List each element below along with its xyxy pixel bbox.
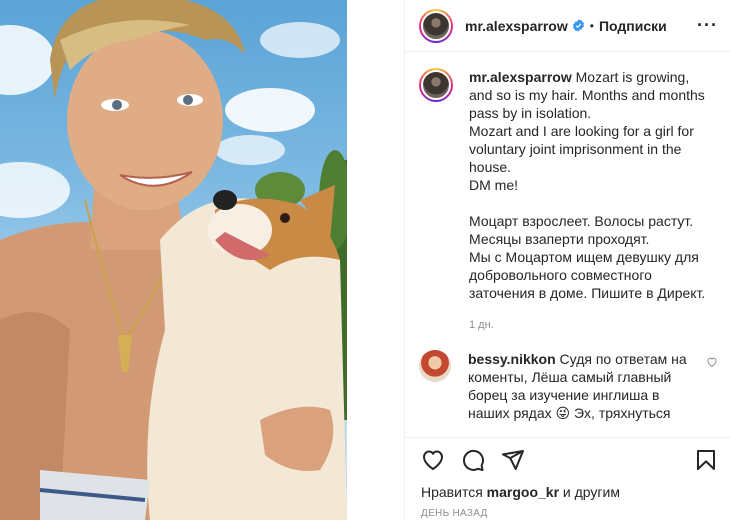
likes-summary: Нравится margoo_kr и другим: [421, 484, 620, 500]
bookmark-icon: [697, 449, 715, 470]
comment-like-icon[interactable]: [706, 356, 718, 368]
likes-prefix: Нравится: [421, 484, 487, 500]
share-button[interactable]: [501, 448, 525, 472]
commenter-username[interactable]: bessy.nikkon: [468, 351, 556, 367]
post-caption: mr.alexsparrow Mozart is growing, and so…: [419, 68, 718, 334]
author-avatar[interactable]: [419, 8, 453, 43]
comment-body: bessy.nikkon Судя по ответам на коменты,…: [468, 350, 690, 422]
commenter-avatar[interactable]: [419, 350, 451, 382]
header-separator: •: [589, 18, 594, 33]
post-details-panel: mr.alexsparrow • Подписки ··· mr.alexspa…: [404, 0, 730, 520]
caption-time[interactable]: 1 дн.: [469, 316, 709, 334]
like-button[interactable]: [421, 448, 445, 472]
more-options-button[interactable]: ···: [697, 15, 718, 36]
comments-area[interactable]: mr.alexsparrow Mozart is growing, and so…: [419, 68, 718, 436]
caption-avatar[interactable]: [419, 68, 453, 102]
likes-suffix[interactable]: и другим: [559, 484, 620, 500]
comment-button[interactable]: [461, 448, 485, 472]
caption-text: Mozart is growing, and so is my hair. Mo…: [469, 69, 706, 301]
following-button[interactable]: Подписки: [599, 18, 667, 34]
heart-icon: [422, 449, 444, 470]
post-header: mr.alexsparrow • Подписки ···: [405, 0, 730, 52]
comment-item: bessy.nikkon Судя по ответам на коменты,…: [419, 350, 718, 422]
liker-username[interactable]: margoo_kr: [487, 484, 559, 500]
caption-username[interactable]: mr.alexsparrow: [469, 69, 572, 85]
action-bar: [405, 437, 730, 481]
author-username[interactable]: mr.alexsparrow: [465, 18, 568, 34]
save-button[interactable]: [694, 448, 718, 472]
verified-badge-icon: [572, 19, 584, 32]
comment-bubble-icon: [463, 449, 484, 471]
caption-body: mr.alexsparrow Mozart is growing, and so…: [469, 68, 709, 334]
paper-plane-icon: [502, 449, 524, 470]
post-photo-illustration: [0, 0, 347, 520]
post-photo[interactable]: [0, 0, 347, 520]
post-date[interactable]: ДЕНЬ НАЗАД: [421, 508, 488, 519]
